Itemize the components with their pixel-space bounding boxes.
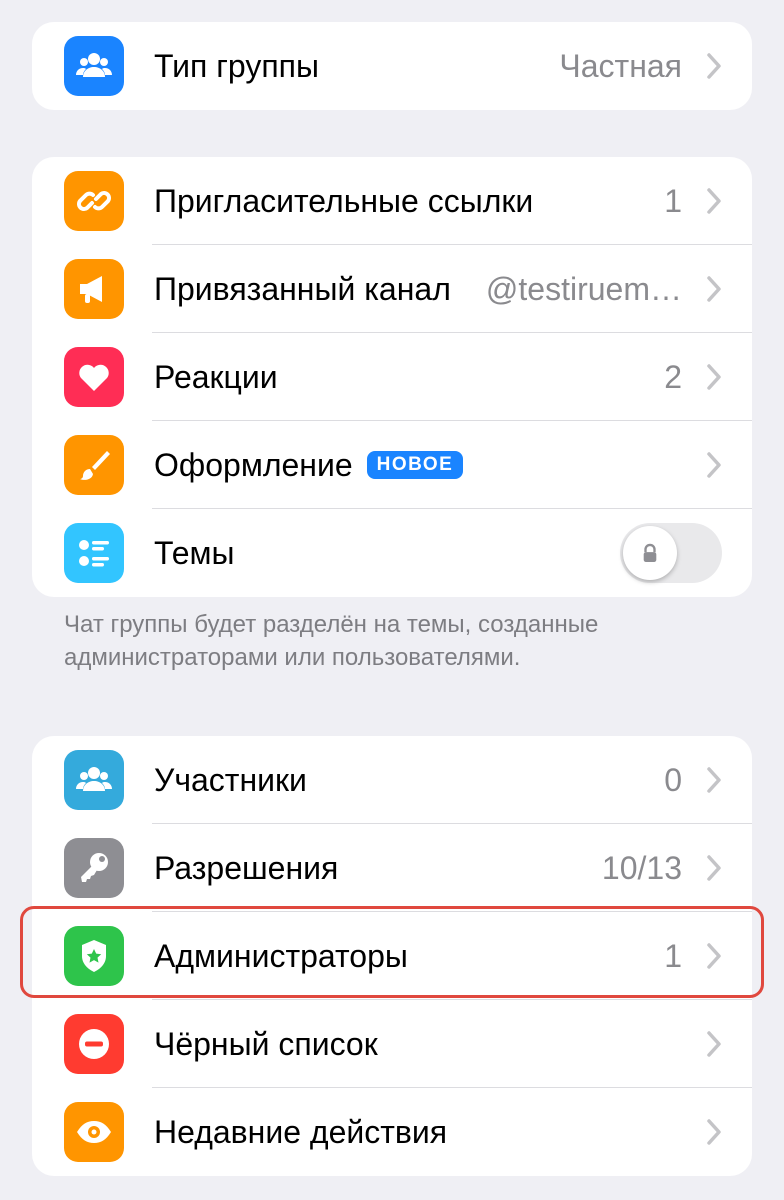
recent-actions-label: Недавние действия: [154, 1113, 448, 1150]
chevron-right-icon: [704, 450, 724, 480]
chevron-right-icon: [704, 186, 724, 216]
chevron-right-icon: [704, 1117, 724, 1147]
appearance-row[interactable]: Оформление НОВОЕ: [32, 421, 752, 509]
chevron-right-icon: [704, 765, 724, 795]
eye-icon: [64, 1102, 124, 1162]
chevron-right-icon: [704, 941, 724, 971]
features-card: Пригласительные ссылки 1 Привязанный кан…: [32, 157, 752, 597]
linked-channel-value: @testiruem…: [485, 270, 682, 307]
permissions-row[interactable]: Разрешения 10/13: [32, 824, 752, 912]
permissions-value: 10/13: [601, 849, 682, 886]
topics-row: Темы: [32, 509, 752, 597]
invite-links-row[interactable]: Пригласительные ссылки 1: [32, 157, 752, 245]
chevron-right-icon: [704, 274, 724, 304]
people-icon: [64, 750, 124, 810]
administrators-label: Администраторы: [154, 937, 408, 974]
key-icon: [64, 838, 124, 898]
topics-toggle[interactable]: [620, 523, 722, 583]
brush-icon: [64, 435, 124, 495]
group-type-value: Частная: [559, 47, 682, 84]
new-badge: НОВОЕ: [366, 451, 464, 479]
chevron-right-icon: [704, 51, 724, 81]
chevron-right-icon: [704, 1029, 724, 1059]
invite-links-count: 1: [664, 182, 682, 219]
people-icon: [64, 36, 124, 96]
group-type-row[interactable]: Тип группы Частная: [32, 22, 752, 110]
members-label: Участники: [154, 761, 307, 798]
link-icon: [64, 171, 124, 231]
group-type-label: Тип группы: [154, 47, 319, 84]
blacklist-row[interactable]: Чёрный список: [32, 1000, 752, 1088]
chevron-right-icon: [704, 362, 724, 392]
members-card: Участники 0 Разрешения 10/13 Администрат…: [32, 736, 752, 1176]
appearance-label-text: Оформление: [154, 446, 353, 483]
topics-label: Темы: [154, 534, 235, 571]
heart-icon: [64, 347, 124, 407]
reactions-row[interactable]: Реакции 2: [32, 333, 752, 421]
reactions-count: 2: [664, 358, 682, 395]
appearance-label: Оформление НОВОЕ: [154, 446, 464, 484]
reactions-label: Реакции: [154, 358, 278, 395]
topics-footer-text: Чат группы будет разделён на темы, созда…: [64, 611, 599, 671]
linked-channel-label: Привязанный канал: [154, 270, 451, 307]
invite-links-label: Пригласительные ссылки: [154, 182, 534, 219]
blacklist-label: Чёрный список: [154, 1025, 378, 1062]
megaphone-icon: [64, 259, 124, 319]
lock-icon: [643, 543, 657, 562]
administrators-row[interactable]: Администраторы 1: [32, 912, 752, 1000]
block-icon: [64, 1014, 124, 1074]
group-type-card: Тип группы Частная: [32, 22, 752, 110]
administrators-count: 1: [664, 937, 682, 974]
members-count: 0: [664, 761, 682, 798]
permissions-label: Разрешения: [154, 849, 339, 886]
topics-list-icon: [64, 523, 124, 583]
recent-actions-row[interactable]: Недавние действия: [32, 1088, 752, 1176]
toggle-knob: [623, 526, 677, 580]
linked-channel-row[interactable]: Привязанный канал @testiruem…: [32, 245, 752, 333]
members-row[interactable]: Участники 0: [32, 736, 752, 824]
chevron-right-icon: [704, 853, 724, 883]
shield-star-icon: [64, 926, 124, 986]
